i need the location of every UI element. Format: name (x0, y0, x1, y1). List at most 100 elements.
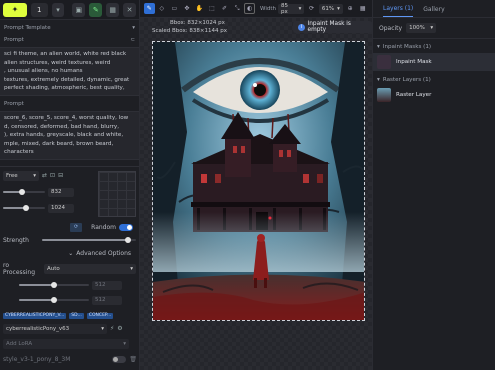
inpaint-mask-layer[interactable]: Inpaint Mask (373, 53, 495, 71)
chevron-down-icon: ▾ (377, 77, 380, 83)
model-value: cyberrealisticPony_v63 (6, 325, 70, 332)
chevron-down-icon: ▾ (298, 5, 302, 12)
vae-chip[interactable]: SD... (69, 312, 84, 319)
color-swatch-icon[interactable]: ◐ (244, 3, 255, 14)
ratio-icon[interactable]: ⊟ (58, 172, 63, 179)
lora-placeholder: Add LoRA (6, 340, 33, 347)
tab-layers[interactable]: Layers (1) (383, 5, 414, 17)
prompt-line: textures, extremely detailed, dynamic, g… (4, 76, 130, 83)
lora-select[interactable]: Add LoRA ▾ (3, 338, 129, 349)
positive-prompt-input[interactable]: sci fi theme, an alien world, white red … (0, 47, 139, 96)
footer-toggle[interactable] (112, 356, 127, 363)
inpaint-masks-group[interactable]: ▾ Inpaint Masks (1) (373, 41, 495, 53)
chevron-down-icon: ▾ (33, 172, 36, 179)
bolt-icon[interactable]: ⚡ (110, 325, 114, 332)
zoom-select[interactable]: 61% ▾ (318, 3, 343, 14)
batch-count-input[interactable]: 1 (30, 2, 48, 17)
right-tabs: Layers (1) Gallery (373, 0, 495, 18)
gear-icon[interactable]: ⚙ (117, 325, 122, 332)
processing-slider-2[interactable] (19, 297, 89, 304)
invoke-button[interactable]: ✦ (3, 2, 27, 17)
canvas-image[interactable] (152, 41, 365, 321)
width-slider[interactable] (3, 189, 45, 196)
bbox-tool-icon[interactable]: ⬚ (207, 3, 218, 14)
rect-tool-icon[interactable]: ▭ (169, 3, 180, 14)
opacity-label: Opacity (379, 24, 403, 32)
chevron-icon[interactable]: ▾ (51, 2, 65, 17)
refresh-icon[interactable]: ⟳ (306, 3, 317, 14)
left-panel: ✦ 1 ▾ ▣ ✎ ▦ ✕ Prompt Template ▾ Prompt ⊂… (0, 0, 140, 370)
aspect-select[interactable]: Free ▾ (3, 170, 39, 181)
prompt-template-header[interactable]: Prompt Template ▾ (0, 22, 139, 34)
processing-label: ro Processing (3, 261, 36, 276)
paperclip-icon[interactable]: ⊂ (130, 37, 135, 43)
inpaint-mask-status-text: Inpaint Mask is empty (307, 21, 351, 33)
inpaint-mask-layer-label: Inpaint Mask (396, 59, 432, 65)
brush-tool-icon[interactable]: ✎ (144, 3, 155, 14)
negative-prompt-label: Prompt (4, 100, 24, 107)
canvas-toolbar: ✎ ◇ ▭ ✥ ✋ ⬚ ✐ ⤡ ◐ Width 85 px ▾ ⟳ 61% ▾ … (140, 0, 372, 18)
prompt-line: d, censored, deformed, bad hand, blurry, (4, 123, 119, 130)
model-select[interactable]: cyberrealisticPony_v63 ▾ (3, 323, 107, 334)
grid-toggle-icon[interactable]: ▦ (357, 3, 368, 14)
info-icon: i (298, 23, 305, 31)
trash-icon[interactable]: 🗑 (129, 356, 137, 363)
scaled-bbox-info: Scaled Bbox: 838×1144 px (152, 28, 227, 34)
grid-icon[interactable]: ▦ (106, 2, 120, 17)
height-slider[interactable] (3, 205, 45, 212)
shuffle-seed-button[interactable]: ⟳ (69, 222, 83, 232)
model-chip[interactable]: CYBERREALISTICPONY_V... (3, 312, 67, 319)
processing-value: Auto (47, 265, 60, 272)
eraser-tool-icon[interactable]: ◇ (157, 3, 168, 14)
negative-prompt-header: Prompt (0, 98, 139, 110)
footer-style-text: style_v3-1_pony_8_3M (3, 356, 71, 363)
opacity-row: Opacity 100% ▾ (373, 20, 495, 36)
random-label: Random (91, 223, 116, 231)
processing-slider-1[interactable] (19, 282, 89, 289)
brush-width-label: Width (260, 5, 276, 12)
transform-tool-icon[interactable]: ⤡ (232, 3, 243, 14)
dimensions-block: Free ▾ ⇄ ⊡ ⊟ 832 1024 (0, 170, 139, 217)
prompt-header: Prompt ⊂ (0, 34, 139, 46)
chevron-down-icon: ▾ (430, 25, 434, 31)
left-topbar: ✦ 1 ▾ ▣ ✎ ▦ ✕ (0, 0, 139, 20)
chevron-down-icon: ▾ (123, 340, 126, 347)
bbox-info: Bbox: 832×1024 px (170, 20, 225, 26)
height-input[interactable]: 1024 (48, 203, 74, 213)
hand-tool-icon[interactable]: ✋ (194, 3, 205, 14)
canvas-panel: ✎ ◇ ▭ ✥ ✋ ⬚ ✐ ⤡ ◐ Width 85 px ▾ ⟳ 61% ▾ … (140, 0, 372, 370)
lock-icon[interactable]: ⊡ (50, 172, 55, 179)
prompt-line: alien structures, weird textures, weird (4, 59, 111, 66)
prompt-template-label: Prompt Template (4, 25, 51, 31)
swap-icon[interactable]: ⇄ (42, 172, 47, 179)
prompt-line: , unusual aliens, no humans (4, 68, 83, 75)
brush-mode-icon[interactable]: ✎ (89, 2, 103, 17)
prompt-label: Prompt (4, 37, 24, 43)
prompt-line: ), extra hands, greyscale, black and whi… (4, 132, 124, 139)
opacity-select[interactable]: 100% ▾ (406, 23, 437, 33)
brush-width-select[interactable]: 85 px ▾ (277, 3, 305, 15)
canvas[interactable]: Bbox: 832×1024 px Scaled Bbox: 838×1144 … (140, 18, 372, 370)
negative-prompt-input[interactable]: score_6, score_5, score_4, worst quality… (0, 110, 139, 160)
close-icon[interactable]: ✕ (123, 2, 136, 17)
chevron-down-icon: ▾ (130, 265, 133, 272)
raster-layers-group[interactable]: ▾ Raster Layers (1) (373, 74, 495, 86)
fit-view-icon[interactable]: ⊕ (345, 3, 356, 14)
processing-select[interactable]: Auto ▾ (44, 263, 136, 274)
aspect-value: Free (6, 172, 18, 179)
processing-value-1[interactable]: 512 (92, 280, 122, 290)
strength-slider[interactable] (41, 237, 136, 244)
chevron-down-icon: ▾ (337, 5, 340, 12)
raster-layer[interactable]: Raster Layer (373, 86, 495, 104)
random-seed-toggle[interactable] (119, 223, 133, 231)
processing-value-2[interactable]: 512 (92, 295, 122, 305)
prompt-line: score_6, score_5, score_4, worst quality… (4, 114, 129, 121)
image-icon[interactable]: ▣ (72, 2, 86, 17)
advanced-options-toggle[interactable]: Advanced Options (76, 250, 131, 257)
concept-chip[interactable]: CONCEP... (86, 312, 114, 319)
width-input[interactable]: 832 (48, 187, 74, 197)
tab-gallery[interactable]: Gallery (423, 6, 444, 17)
eyedropper-tool-icon[interactable]: ✐ (219, 3, 230, 14)
inpaint-mask-status: i Inpaint Mask is empty (293, 21, 372, 33)
move-tool-icon[interactable]: ✥ (182, 3, 193, 14)
